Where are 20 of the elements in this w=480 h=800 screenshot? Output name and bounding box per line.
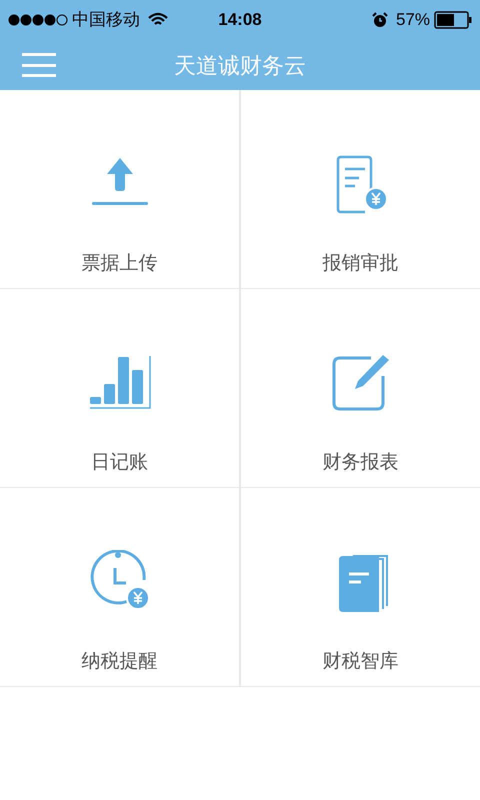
menu-tile[interactable]: 报销审批 <box>241 90 480 288</box>
tile-label: 纳税提醒 <box>82 650 158 674</box>
tile-label: 日记账 <box>91 451 148 475</box>
alarm-icon <box>372 12 388 28</box>
tile-label: 财务报表 <box>322 451 398 475</box>
menu-tile[interactable]: 纳税提醒 <box>0 488 239 686</box>
menu-tile[interactable]: 日记账 <box>0 289 239 487</box>
tile-label: 票据上传 <box>82 252 158 276</box>
clock-time: 14:08 <box>218 9 262 32</box>
menu-button[interactable] <box>22 50 56 80</box>
battery-icon <box>434 11 472 29</box>
menu-tile[interactable]: 票据上传 <box>0 90 239 288</box>
battery-percent: 57% <box>396 9 430 32</box>
tile-label: 报销审批 <box>322 252 398 276</box>
menu-tile[interactable]: 财税智库 <box>241 488 480 686</box>
tile-label: 财税智库 <box>322 650 398 674</box>
menu-tile[interactable]: 财务报表 <box>241 289 480 487</box>
signal-icon <box>8 14 68 26</box>
app-title: 天道诚财务云 <box>174 52 306 80</box>
carrier-name: 中国移动 <box>72 9 140 32</box>
